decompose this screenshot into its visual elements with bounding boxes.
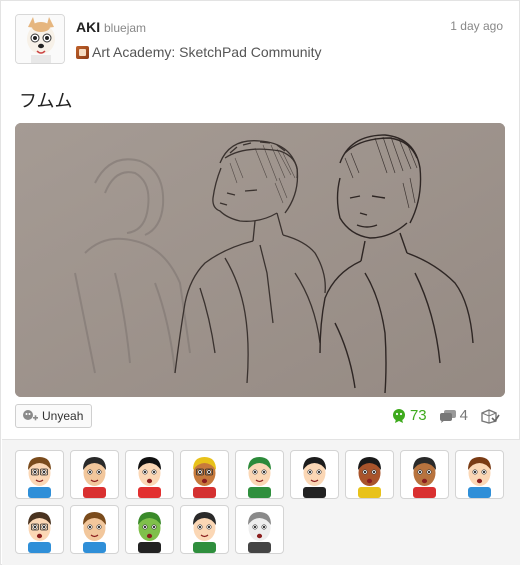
unyeah-button[interactable]: Unyeah <box>15 404 93 428</box>
mii-avatar-icon[interactable] <box>180 505 229 554</box>
mii-avatar-icon[interactable] <box>180 450 229 499</box>
mii-avatar-icon[interactable] <box>345 450 394 499</box>
post-sketch-image[interactable] <box>15 123 505 397</box>
mii-avatar-icon[interactable] <box>400 450 449 499</box>
yeah-count: 73 <box>409 407 427 424</box>
mii-avatar-icon[interactable] <box>235 450 284 499</box>
mii-avatar-icon[interactable] <box>70 505 119 554</box>
post-body-text: フムム <box>19 91 73 112</box>
art-academy-icon <box>76 45 89 59</box>
unyeah-label: Unyeah <box>42 409 84 423</box>
empathy-mii-list <box>2 439 520 565</box>
author-avatar-icon[interactable] <box>15 14 65 64</box>
comment-icon <box>439 409 456 423</box>
mii-avatar-icon[interactable] <box>70 450 119 499</box>
author-id: bluejam <box>104 21 147 35</box>
mii-avatar-icon[interactable] <box>125 505 174 554</box>
author-name[interactable]: AKI <box>76 19 100 35</box>
post-timestamp[interactable]: 1 day ago <box>450 19 503 33</box>
mii-avatar-icon[interactable] <box>235 505 284 554</box>
community-link[interactable]: Art Academy: SketchPad Community <box>76 44 322 60</box>
yeah-face-icon <box>392 408 405 423</box>
mii-avatar-icon[interactable] <box>125 450 174 499</box>
community-name: Art Academy: SketchPad Community <box>92 44 322 60</box>
mii-avatar-icon[interactable] <box>15 450 64 499</box>
post-stats: 73 4 <box>379 407 503 424</box>
yeah-stat: 73 <box>391 407 427 424</box>
mii-avatar-icon[interactable] <box>15 505 64 554</box>
comment-stat[interactable]: 4 <box>439 407 468 424</box>
played-stat <box>480 408 503 424</box>
yeah-icon <box>23 410 38 421</box>
mii-avatar-icon[interactable] <box>455 450 504 499</box>
post-card: AKI bluejam 1 day ago Art Academy: Sketc… <box>0 0 520 565</box>
mii-avatar-icon[interactable] <box>290 450 339 499</box>
comment-count: 4 <box>459 407 468 424</box>
played-badge-icon <box>481 408 500 424</box>
